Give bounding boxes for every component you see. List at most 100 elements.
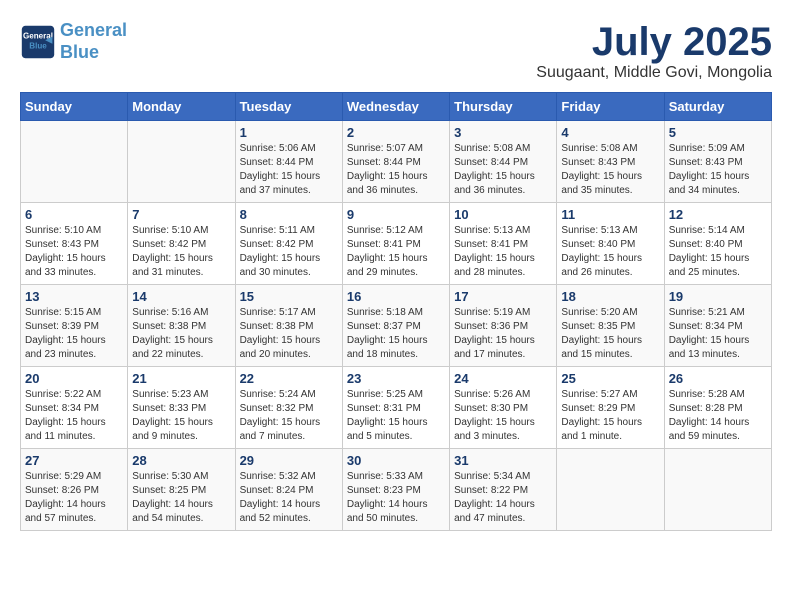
day-number: 11 — [561, 207, 659, 222]
day-number: 5 — [669, 125, 767, 140]
calendar-day-cell — [128, 121, 235, 203]
calendar-week-row: 13 Sunrise: 5:15 AM Sunset: 8:39 PM Dayli… — [21, 285, 772, 367]
day-info: Sunrise: 5:17 AM Sunset: 8:38 PM Dayligh… — [240, 306, 338, 362]
day-info: Sunrise: 5:13 AM Sunset: 8:41 PM Dayligh… — [454, 224, 552, 280]
day-number: 16 — [347, 289, 445, 304]
day-number: 2 — [347, 125, 445, 140]
day-number: 23 — [347, 371, 445, 386]
day-number: 21 — [132, 371, 230, 386]
day-info: Sunrise: 5:14 AM Sunset: 8:40 PM Dayligh… — [669, 224, 767, 280]
weekday-header-monday: Monday — [128, 93, 235, 121]
header: General Blue General Blue July 2025 Suug… — [20, 20, 772, 82]
calendar-table: SundayMondayTuesdayWednesdayThursdayFrid… — [20, 92, 772, 531]
weekday-header-saturday: Saturday — [664, 93, 771, 121]
day-info: Sunrise: 5:30 AM Sunset: 8:25 PM Dayligh… — [132, 470, 230, 526]
weekday-header-friday: Friday — [557, 93, 664, 121]
day-info: Sunrise: 5:19 AM Sunset: 8:36 PM Dayligh… — [454, 306, 552, 362]
calendar-day-cell: 7 Sunrise: 5:10 AM Sunset: 8:42 PM Daylig… — [128, 203, 235, 285]
day-info: Sunrise: 5:08 AM Sunset: 8:43 PM Dayligh… — [561, 142, 659, 198]
day-info: Sunrise: 5:28 AM Sunset: 8:28 PM Dayligh… — [669, 388, 767, 444]
day-info: Sunrise: 5:11 AM Sunset: 8:42 PM Dayligh… — [240, 224, 338, 280]
calendar-day-cell: 22 Sunrise: 5:24 AM Sunset: 8:32 PM Dayli… — [235, 367, 342, 449]
day-number: 22 — [240, 371, 338, 386]
day-info: Sunrise: 5:29 AM Sunset: 8:26 PM Dayligh… — [25, 470, 123, 526]
day-info: Sunrise: 5:15 AM Sunset: 8:39 PM Dayligh… — [25, 306, 123, 362]
day-number: 26 — [669, 371, 767, 386]
calendar-day-cell: 2 Sunrise: 5:07 AM Sunset: 8:44 PM Daylig… — [342, 121, 449, 203]
calendar-day-cell: 25Sunrise: 5:27 AM Sunset: 8:29 PM Dayli… — [557, 367, 664, 449]
day-number: 13 — [25, 289, 123, 304]
logo-text: General Blue — [60, 20, 127, 63]
location-subtitle: Suugaant, Middle Govi, Mongolia — [536, 64, 772, 82]
day-info: Sunrise: 5:27 AM Sunset: 8:29 PM Dayligh… — [561, 388, 659, 444]
calendar-day-cell: 12 Sunrise: 5:14 AM Sunset: 8:40 PM Dayli… — [664, 203, 771, 285]
day-info: Sunrise: 5:20 AM Sunset: 8:35 PM Dayligh… — [561, 306, 659, 362]
day-info: Sunrise: 5:09 AM Sunset: 8:43 PM Dayligh… — [669, 142, 767, 198]
day-number: 3 — [454, 125, 552, 140]
day-info: Sunrise: 5:22 AM Sunset: 8:34 PM Dayligh… — [25, 388, 123, 444]
day-number: 19 — [669, 289, 767, 304]
day-info: Sunrise: 5:21 AM Sunset: 8:34 PM Dayligh… — [669, 306, 767, 362]
calendar-day-cell: 26 Sunrise: 5:28 AM Sunset: 8:28 PM Dayli… — [664, 367, 771, 449]
calendar-day-cell — [21, 121, 128, 203]
calendar-week-row: 1Sunrise: 5:06 AM Sunset: 8:44 PM Daylig… — [21, 121, 772, 203]
calendar-day-cell: 27 Sunrise: 5:29 AM Sunset: 8:26 PM Dayli… — [21, 449, 128, 531]
calendar-week-row: 6Sunrise: 5:10 AM Sunset: 8:43 PM Daylig… — [21, 203, 772, 285]
day-info: Sunrise: 5:16 AM Sunset: 8:38 PM Dayligh… — [132, 306, 230, 362]
day-number: 10 — [454, 207, 552, 222]
weekday-header-wednesday: Wednesday — [342, 93, 449, 121]
calendar-day-cell — [664, 449, 771, 531]
day-number: 6 — [25, 207, 123, 222]
calendar-day-cell: 31Sunrise: 5:34 AM Sunset: 8:22 PM Dayli… — [450, 449, 557, 531]
calendar-day-cell: 15Sunrise: 5:17 AM Sunset: 8:38 PM Dayli… — [235, 285, 342, 367]
calendar-day-cell: 9 Sunrise: 5:12 AM Sunset: 8:41 PM Daylig… — [342, 203, 449, 285]
day-info: Sunrise: 5:07 AM Sunset: 8:44 PM Dayligh… — [347, 142, 445, 198]
logo: General Blue General Blue — [20, 20, 127, 63]
day-number: 8 — [240, 207, 338, 222]
day-info: Sunrise: 5:12 AM Sunset: 8:41 PM Dayligh… — [347, 224, 445, 280]
day-number: 18 — [561, 289, 659, 304]
day-info: Sunrise: 5:32 AM Sunset: 8:24 PM Dayligh… — [240, 470, 338, 526]
calendar-day-cell: 5 Sunrise: 5:09 AM Sunset: 8:43 PM Daylig… — [664, 121, 771, 203]
day-info: Sunrise: 5:18 AM Sunset: 8:37 PM Dayligh… — [347, 306, 445, 362]
day-number: 31 — [454, 453, 552, 468]
logo-line1: General — [60, 20, 127, 40]
day-info: Sunrise: 5:24 AM Sunset: 8:32 PM Dayligh… — [240, 388, 338, 444]
day-number: 12 — [669, 207, 767, 222]
day-info: Sunrise: 5:23 AM Sunset: 8:33 PM Dayligh… — [132, 388, 230, 444]
calendar-day-cell: 28 Sunrise: 5:30 AM Sunset: 8:25 PM Dayli… — [128, 449, 235, 531]
day-number: 20 — [25, 371, 123, 386]
logo-line2: Blue — [60, 42, 99, 62]
weekday-header-thursday: Thursday — [450, 93, 557, 121]
day-info: Sunrise: 5:26 AM Sunset: 8:30 PM Dayligh… — [454, 388, 552, 444]
calendar-day-cell: 20 Sunrise: 5:22 AM Sunset: 8:34 PM Dayli… — [21, 367, 128, 449]
calendar-day-cell: 29 Sunrise: 5:32 AM Sunset: 8:24 PM Dayli… — [235, 449, 342, 531]
day-number: 28 — [132, 453, 230, 468]
calendar-day-cell: 21 Sunrise: 5:23 AM Sunset: 8:33 PM Dayli… — [128, 367, 235, 449]
calendar-week-row: 27 Sunrise: 5:29 AM Sunset: 8:26 PM Dayli… — [21, 449, 772, 531]
day-info: Sunrise: 5:13 AM Sunset: 8:40 PM Dayligh… — [561, 224, 659, 280]
calendar-day-cell: 11 Sunrise: 5:13 AM Sunset: 8:40 PM Dayli… — [557, 203, 664, 285]
calendar-day-cell: 24 Sunrise: 5:26 AM Sunset: 8:30 PM Dayli… — [450, 367, 557, 449]
calendar-day-cell: 23Sunrise: 5:25 AM Sunset: 8:31 PM Dayli… — [342, 367, 449, 449]
day-number: 24 — [454, 371, 552, 386]
calendar-day-cell: 6Sunrise: 5:10 AM Sunset: 8:43 PM Daylig… — [21, 203, 128, 285]
calendar-week-row: 20 Sunrise: 5:22 AM Sunset: 8:34 PM Dayli… — [21, 367, 772, 449]
day-number: 9 — [347, 207, 445, 222]
day-number: 14 — [132, 289, 230, 304]
calendar-day-cell: 13 Sunrise: 5:15 AM Sunset: 8:39 PM Dayli… — [21, 285, 128, 367]
calendar-day-cell: 18 Sunrise: 5:20 AM Sunset: 8:35 PM Dayli… — [557, 285, 664, 367]
day-info: Sunrise: 5:10 AM Sunset: 8:42 PM Dayligh… — [132, 224, 230, 280]
calendar-day-cell: 14 Sunrise: 5:16 AM Sunset: 8:38 PM Dayli… — [128, 285, 235, 367]
day-number: 27 — [25, 453, 123, 468]
day-number: 17 — [454, 289, 552, 304]
day-number: 7 — [132, 207, 230, 222]
day-number: 4 — [561, 125, 659, 140]
month-title: July 2025 — [536, 20, 772, 64]
day-number: 29 — [240, 453, 338, 468]
day-number: 1 — [240, 125, 338, 140]
calendar-day-cell: 8 Sunrise: 5:11 AM Sunset: 8:42 PM Daylig… — [235, 203, 342, 285]
day-info: Sunrise: 5:08 AM Sunset: 8:44 PM Dayligh… — [454, 142, 552, 198]
calendar-day-cell: 1Sunrise: 5:06 AM Sunset: 8:44 PM Daylig… — [235, 121, 342, 203]
calendar-day-cell: 30Sunrise: 5:33 AM Sunset: 8:23 PM Dayli… — [342, 449, 449, 531]
